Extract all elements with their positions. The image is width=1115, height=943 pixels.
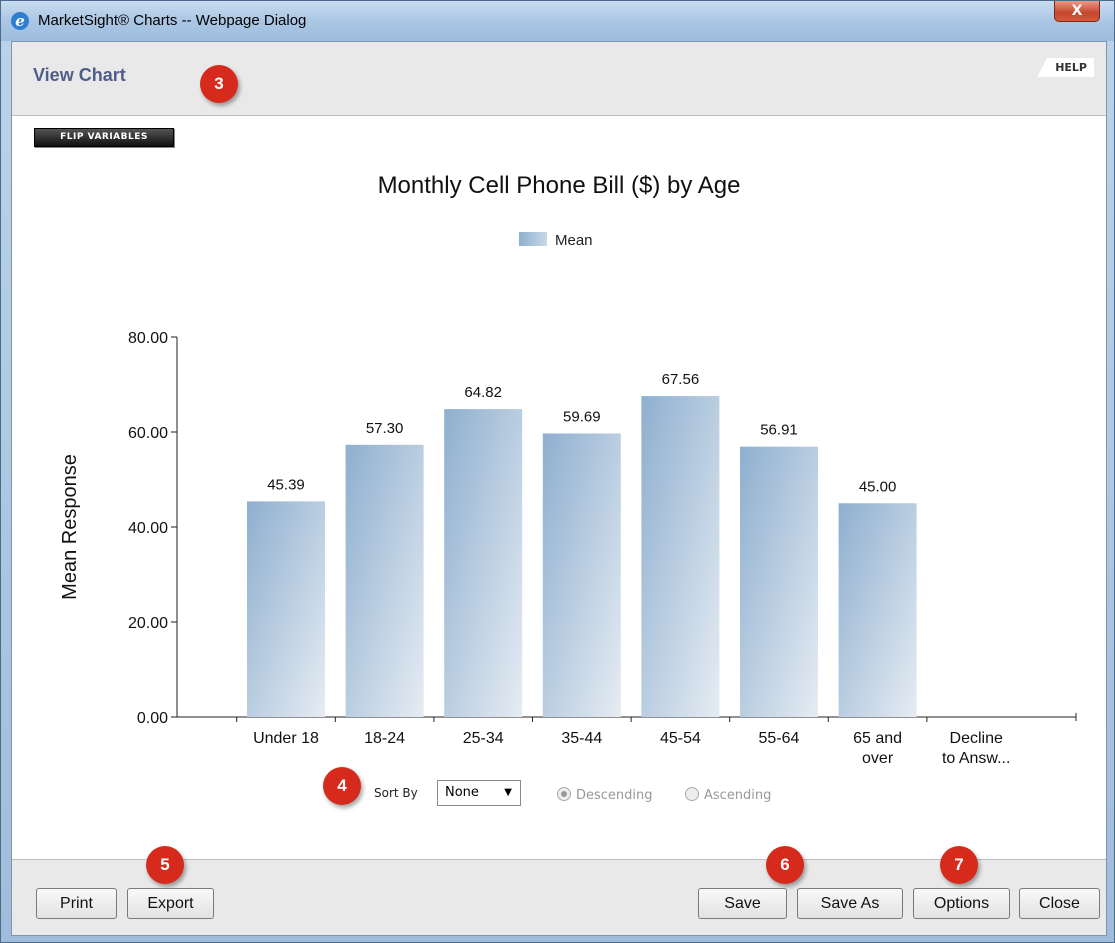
sort-controls: Sort By None ▼ Descending Ascending (12, 775, 1106, 815)
sort-by-select[interactable]: None ▼ (437, 780, 521, 806)
flip-variables-button[interactable]: FLIP VARIABLES (34, 128, 174, 147)
x-tick-label: over (862, 750, 894, 767)
data-label: 45.00 (859, 478, 897, 495)
save-button[interactable]: Save (698, 888, 787, 919)
sort-by-value: None (445, 785, 479, 800)
dialog-content: View Chart HELP 3 FLIP VARIABLES Monthly… (11, 41, 1107, 936)
bar (838, 503, 917, 717)
sort-by-label: Sort By (374, 786, 418, 800)
x-tick-label: 35-44 (561, 730, 602, 747)
x-tick-label: to Answ... (942, 750, 1010, 767)
chart-area: Monthly Cell Phone Bill ($) by Age Mean … (12, 152, 1106, 792)
x-tick-label: Under 18 (253, 730, 319, 747)
data-label: 67.56 (662, 371, 700, 388)
x-tick-label: 45-54 (660, 730, 701, 747)
bar (740, 446, 818, 717)
data-label: 64.82 (464, 384, 502, 401)
y-tick-label: 80.00 (128, 330, 168, 347)
page-header: View Chart HELP 3 (12, 42, 1106, 116)
x-tick-label: 55-64 (759, 730, 800, 747)
callout-badge-6: 6 (766, 846, 804, 884)
y-axis-label: Mean Response (59, 454, 81, 600)
window-title: MarketSight® Charts -- Webpage Dialog (38, 12, 307, 29)
y-tick-label: 0.00 (137, 710, 168, 727)
sort-ascending-label: Ascending (704, 788, 772, 803)
bar (542, 433, 621, 717)
data-label: 59.69 (563, 408, 601, 425)
radio-unchecked-icon (685, 787, 699, 801)
sort-descending-radio[interactable]: Descending (557, 787, 653, 803)
close-button[interactable]: Close (1019, 888, 1100, 919)
y-tick-label: 60.00 (128, 425, 168, 442)
browser-icon: e (11, 12, 29, 30)
dialog-footer: 5 6 7 Print Export Save Save As Options … (12, 846, 1106, 935)
help-link[interactable]: HELP (1037, 58, 1094, 77)
title-bar[interactable]: e MarketSight® Charts -- Webpage Dialog … (1, 1, 1114, 41)
callout-badge-7: 7 (940, 846, 978, 884)
dialog-window: e MarketSight® Charts -- Webpage Dialog … (0, 0, 1115, 943)
dropdown-arrow-icon: ▼ (504, 787, 512, 798)
callout-badge-3: 3 (200, 65, 238, 103)
x-tick-label: 65 and (853, 730, 902, 747)
data-label: 56.91 (760, 422, 798, 439)
bar (444, 409, 523, 717)
bar (345, 444, 424, 717)
save-as-button[interactable]: Save As (797, 888, 903, 919)
export-button[interactable]: Export (127, 888, 214, 919)
y-tick-label: 40.00 (128, 520, 168, 537)
bar (641, 396, 720, 717)
data-label: 45.39 (267, 476, 305, 493)
options-button[interactable]: Options (913, 888, 1010, 919)
bar (247, 501, 325, 717)
print-button[interactable]: Print (36, 888, 117, 919)
sort-descending-label: Descending (576, 788, 653, 803)
y-tick-label: 20.00 (128, 615, 168, 632)
window-close-button[interactable]: X (1054, 1, 1100, 22)
bar-chart: 0.00 20.00 40.00 60.00 80.00 Mean Response 45… (59, 330, 1077, 767)
radio-checked-icon (557, 787, 571, 801)
sort-ascending-radio[interactable]: Ascending (685, 787, 771, 803)
page-title: View Chart (33, 65, 126, 85)
x-tick-label: Decline (950, 730, 1003, 747)
x-tick-label: 25-34 (463, 730, 504, 747)
x-tick-label: 18-24 (364, 730, 405, 747)
callout-badge-5: 5 (146, 846, 184, 884)
data-label: 57.30 (366, 420, 404, 437)
